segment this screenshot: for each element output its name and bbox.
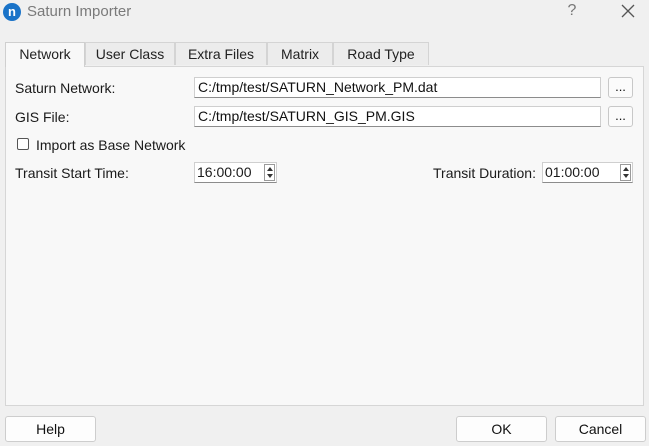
tab-network[interactable]: Network: [5, 42, 85, 67]
gis-file-field[interactable]: C:/tmp/test/SATURN_GIS_PM.GIS: [194, 106, 601, 127]
saturn-network-browse-button[interactable]: ...: [608, 77, 633, 98]
title-bar: n Saturn Importer ?: [0, 0, 649, 24]
transit-start-time-label: Transit Start Time:: [15, 165, 129, 181]
tab-extra-files[interactable]: Extra Files: [175, 42, 267, 65]
app-icon: n: [3, 3, 21, 21]
transit-duration-value: 01:00:00: [545, 164, 600, 180]
import-base-network-checkbox[interactable]: [17, 138, 29, 150]
transit-start-time-value: 16:00:00: [197, 164, 252, 180]
cancel-button[interactable]: Cancel: [555, 416, 646, 442]
tab-matrix[interactable]: Matrix: [267, 42, 333, 65]
transit-duration-spinbox[interactable]: 01:00:00: [542, 162, 633, 183]
spin-arrows-icon[interactable]: [264, 164, 275, 181]
saturn-network-label: Saturn Network:: [15, 80, 116, 96]
help-icon[interactable]: ?: [563, 2, 581, 22]
gis-file-browse-button[interactable]: ...: [608, 106, 633, 127]
gis-file-label: GIS File:: [15, 109, 70, 125]
ok-button[interactable]: OK: [456, 416, 547, 442]
help-button[interactable]: Help: [5, 416, 96, 442]
window-title: Saturn Importer: [27, 3, 132, 20]
tab-user-class[interactable]: User Class: [85, 42, 175, 65]
transit-start-time-spinbox[interactable]: 16:00:00: [194, 162, 277, 183]
close-icon[interactable]: [617, 0, 639, 22]
saturn-network-field[interactable]: C:/tmp/test/SATURN_Network_PM.dat: [194, 77, 601, 98]
tab-road-type[interactable]: Road Type: [333, 42, 429, 65]
spin-arrows-icon[interactable]: [620, 164, 631, 181]
import-base-network-label[interactable]: Import as Base Network: [36, 137, 185, 153]
transit-duration-label: Transit Duration:: [433, 165, 536, 181]
